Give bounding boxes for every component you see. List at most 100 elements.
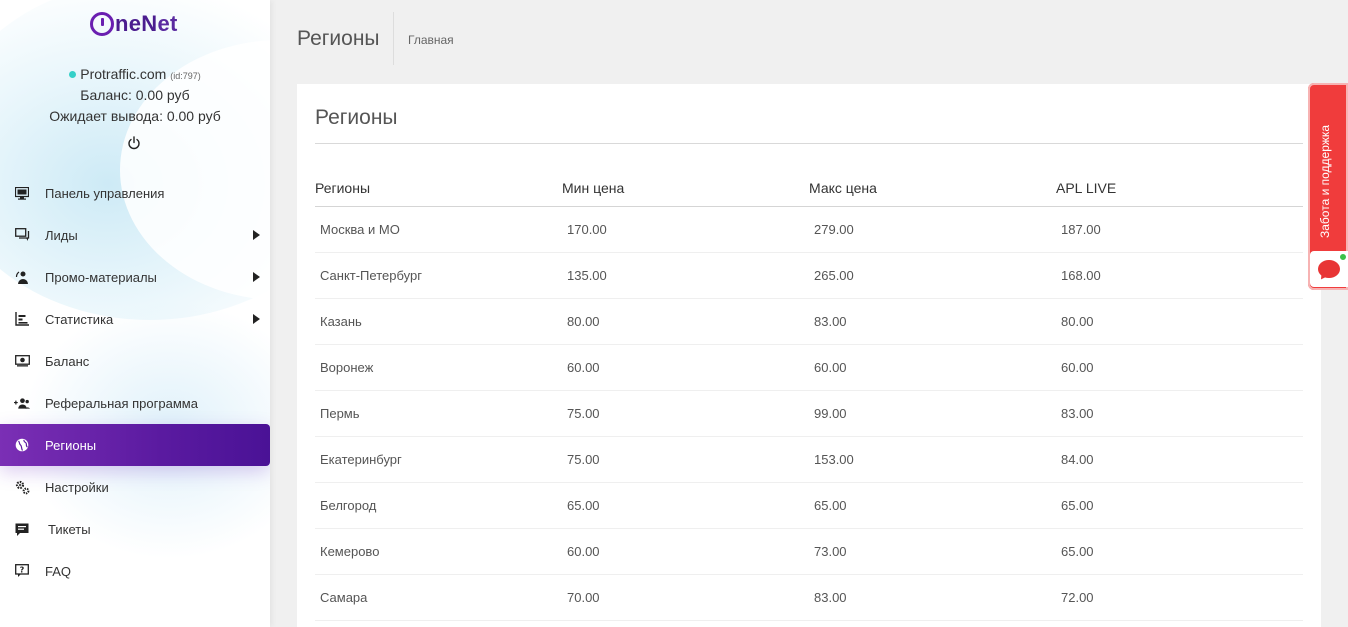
cell-min-price: 80.00 bbox=[567, 314, 600, 329]
sidebar-item-stats[interactable]: Статистика bbox=[0, 298, 270, 340]
regions-card: Регионы Регионы Мин цена Макс цена APL L… bbox=[297, 84, 1321, 627]
cell-max-price: 265.00 bbox=[814, 268, 854, 283]
support-widget[interactable]: Забота и поддержка bbox=[1308, 83, 1348, 290]
sidebar-item-label: Промо-материалы bbox=[45, 269, 157, 285]
logo-power-icon bbox=[90, 12, 114, 36]
sidebar-item-referral[interactable]: Реферальная программа bbox=[0, 382, 270, 424]
sidebar-item-label: Настройки bbox=[45, 479, 109, 495]
sidebar: ne N et Protraffic.com (id:797) Баланс: … bbox=[0, 0, 270, 627]
cell-max-price: 279.00 bbox=[814, 222, 854, 237]
cell-min-price: 75.00 bbox=[567, 406, 600, 421]
cell-region: Пермь bbox=[320, 406, 360, 421]
cell-max-price: 65.00 bbox=[814, 498, 847, 513]
cell-min-price: 170.00 bbox=[567, 222, 607, 237]
user-id: (id:797) bbox=[170, 71, 201, 81]
svg-text:?: ? bbox=[20, 565, 25, 574]
cell-apl-live: 65.00 bbox=[1061, 498, 1094, 513]
globe-icon bbox=[14, 437, 30, 453]
support-label: Забота и поддержка bbox=[1318, 124, 1332, 238]
cell-apl-live: 80.00 bbox=[1061, 314, 1094, 329]
logo-text-1: ne bbox=[115, 11, 142, 36]
cell-apl-live: 72.00 bbox=[1061, 590, 1094, 605]
cell-region: Москва и МО bbox=[320, 222, 400, 237]
cell-min-price: 70.00 bbox=[567, 590, 600, 605]
gears-icon bbox=[14, 479, 30, 495]
cell-max-price: 83.00 bbox=[814, 590, 847, 605]
table-row: Белгород 65.00 65.00 65.00 bbox=[315, 483, 1303, 529]
chevron-right-icon bbox=[253, 272, 260, 282]
column-header-min-price: Мин цена bbox=[562, 180, 625, 196]
cell-apl-live: 65.00 bbox=[1061, 544, 1094, 559]
sidebar-item-faq[interactable]: ? FAQ bbox=[0, 550, 270, 592]
sidebar-item-leads[interactable]: Лиды bbox=[0, 214, 270, 256]
user-balance: Баланс: 0.00 руб bbox=[80, 87, 190, 103]
regions-table: Регионы Мин цена Макс цена APL LIVE Моск… bbox=[315, 170, 1303, 621]
table-row: Екатеринбург 75.00 153.00 84.00 bbox=[315, 437, 1303, 483]
card-divider bbox=[315, 143, 1303, 144]
table-header: Регионы Мин цена Макс цена APL LIVE bbox=[315, 170, 1303, 207]
logout-power-icon[interactable] bbox=[127, 136, 141, 150]
sidebar-item-label: Реферальная программа bbox=[45, 395, 198, 411]
sidebar-item-label: Панель управления bbox=[45, 185, 165, 201]
sidebar-item-label: Тикеты bbox=[48, 521, 91, 537]
cell-min-price: 60.00 bbox=[567, 544, 600, 559]
cell-region: Белгород bbox=[320, 498, 377, 513]
sidebar-item-label: Баланс bbox=[45, 353, 90, 369]
user-site-line: Protraffic.com (id:797) bbox=[0, 64, 270, 85]
monitor-icon bbox=[14, 185, 30, 201]
sidebar-item-settings[interactable]: Настройки bbox=[0, 466, 270, 508]
support-chat-button[interactable] bbox=[1310, 251, 1348, 287]
chevron-right-icon bbox=[253, 314, 260, 324]
referral-icon bbox=[14, 395, 30, 411]
column-header-apl-live: APL LIVE bbox=[1056, 180, 1117, 196]
cell-apl-live: 83.00 bbox=[1061, 406, 1094, 421]
cell-max-price: 99.00 bbox=[814, 406, 847, 421]
sidebar-item-label: FAQ bbox=[45, 563, 72, 579]
faq-icon: ? bbox=[14, 563, 30, 579]
sidebar-item-label: Регионы bbox=[45, 437, 97, 453]
page-header: Регионы Главная bbox=[270, 0, 1348, 80]
chevron-right-icon bbox=[253, 230, 260, 240]
user-info: Protraffic.com (id:797) Баланс: 0.00 руб… bbox=[0, 64, 270, 127]
table-row: Самара 70.00 83.00 72.00 bbox=[315, 575, 1303, 621]
money-icon bbox=[14, 353, 30, 369]
table-row: Кемерово 60.00 73.00 65.00 bbox=[315, 529, 1303, 575]
sidebar-item-tickets[interactable]: Тикеты bbox=[0, 508, 270, 550]
table-row: Воронеж 60.00 60.00 60.00 bbox=[315, 345, 1303, 391]
cell-min-price: 65.00 bbox=[567, 498, 600, 513]
cell-apl-live: 168.00 bbox=[1061, 268, 1101, 283]
cell-apl-live: 84.00 bbox=[1061, 452, 1094, 467]
table-row: Москва и МО 170.00 279.00 187.00 bbox=[315, 207, 1303, 253]
online-indicator bbox=[1339, 253, 1347, 261]
sidebar-item-regions[interactable]: Регионы bbox=[0, 424, 270, 466]
cell-max-price: 153.00 bbox=[814, 452, 854, 467]
logo-text-2: N bbox=[141, 11, 158, 36]
cell-region: Санкт-Петербург bbox=[320, 268, 422, 283]
sidebar-item-promo[interactable]: Промо-материалы bbox=[0, 256, 270, 298]
cell-max-price: 60.00 bbox=[814, 360, 847, 375]
cell-min-price: 135.00 bbox=[567, 268, 607, 283]
promo-icon bbox=[14, 269, 30, 285]
sidebar-item-label: Лиды bbox=[45, 227, 78, 243]
stats-icon bbox=[14, 311, 30, 327]
user-pending: Ожидает вывода: 0.00 руб bbox=[49, 108, 221, 124]
cell-min-price: 60.00 bbox=[567, 360, 600, 375]
sidebar-menu: Панель управления Лиды Промо-материалы С… bbox=[0, 172, 270, 592]
user-site: Protraffic.com bbox=[80, 66, 167, 82]
column-header-region: Регионы bbox=[315, 180, 371, 196]
sidebar-item-dashboard[interactable]: Панель управления bbox=[0, 172, 270, 214]
table-row: Казань 80.00 83.00 80.00 bbox=[315, 299, 1303, 345]
cell-min-price: 75.00 bbox=[567, 452, 600, 467]
chat-icon bbox=[14, 227, 30, 243]
table-row: Пермь 75.00 99.00 83.00 bbox=[315, 391, 1303, 437]
header-divider bbox=[393, 12, 394, 65]
sidebar-item-balance[interactable]: Баланс bbox=[0, 340, 270, 382]
cell-region: Самара bbox=[320, 590, 368, 605]
online-status-dot bbox=[69, 70, 77, 78]
cell-region: Кемерово bbox=[320, 544, 380, 559]
ticket-icon bbox=[14, 521, 30, 537]
logo[interactable]: ne N et bbox=[90, 10, 178, 38]
column-header-max-price: Макс цена bbox=[809, 180, 877, 196]
breadcrumb-home[interactable]: Главная bbox=[408, 33, 454, 47]
cell-region: Казань bbox=[320, 314, 362, 329]
